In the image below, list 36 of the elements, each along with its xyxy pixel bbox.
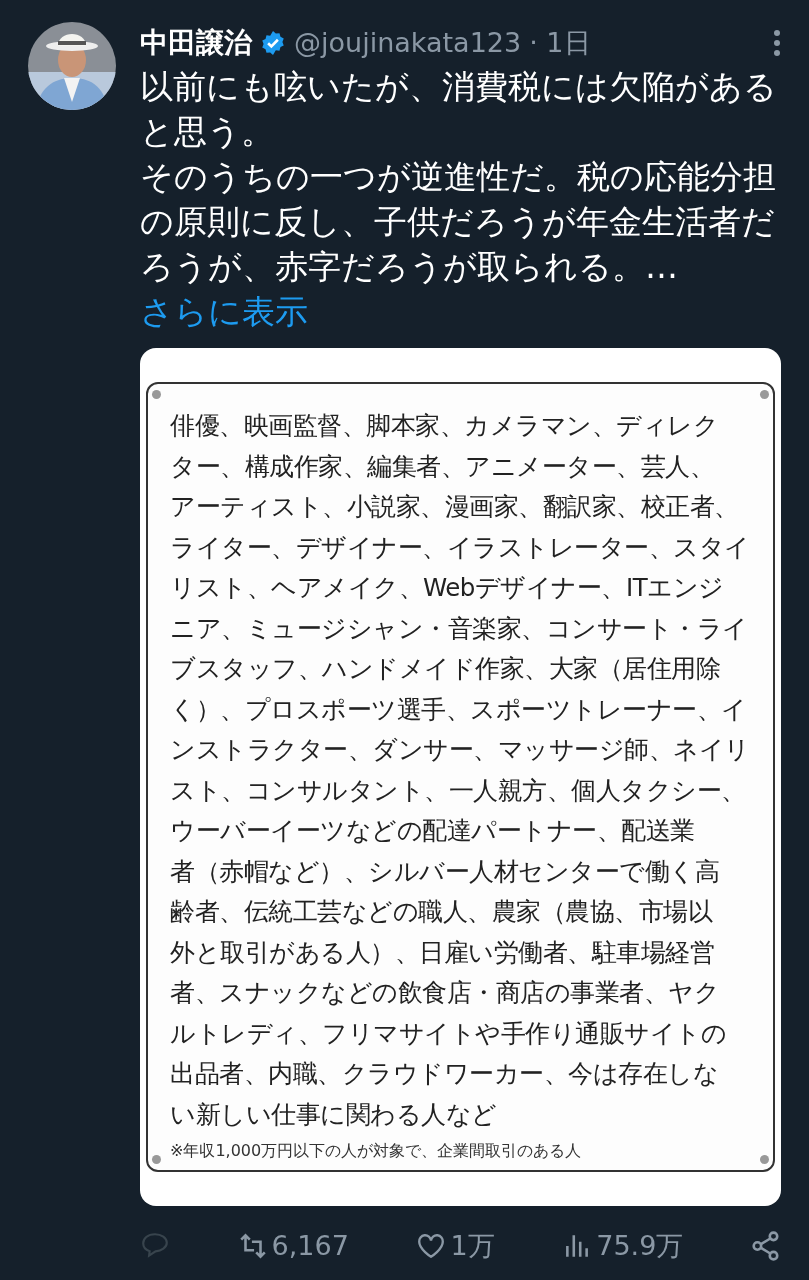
document-text-line: 齢者、伝統工芸などの職人、農家（農協、市場以: [170, 896, 712, 928]
share-icon: [751, 1231, 781, 1262]
document-text-line: い新しい仕事に関わる人など: [170, 1098, 497, 1131]
document-text-line: 俳優、映画監督、脚本家、カメラマン、ディレク: [170, 410, 718, 442]
more-icon[interactable]: [773, 29, 781, 57]
document-text-line: ター、構成作家、編集者、アニメーター、芸人、: [170, 450, 714, 483]
document-text-line: 者（赤帽など）、シルバー人材センターで働く高: [170, 855, 719, 888]
document-text-line: 外と取引がある人）、日雇い労働者、駐車場経営: [170, 936, 714, 969]
document-text-line: ニア、ミュージシャン・音楽家、コンサート・ライ: [170, 612, 748, 645]
pin-icon: [760, 390, 769, 399]
document-text-line: く）、プロスポーツ選手、スポーツトレーナー、イ: [170, 693, 747, 726]
document-text-line: ブスタッフ、ハンドメイド作家、大家（居住用除: [170, 653, 720, 685]
retweet-button[interactable]: 6,167: [237, 1226, 349, 1267]
tweet-text: 以前にも呟いたが、消費税には欠陥があると思う。: [140, 66, 778, 153]
document-text-line: ウーバーイーツなどの配達パートナー、配送業: [170, 815, 695, 847]
show-more-link[interactable]: さらに表示: [140, 292, 308, 331]
like-button[interactable]: 1万: [416, 1226, 495, 1267]
document-text-line: 者、スナックなどの飲食店・商店の事業者、ヤク: [170, 977, 719, 1009]
share-button[interactable]: [751, 1231, 781, 1262]
views-button[interactable]: 75.9万: [562, 1226, 684, 1267]
pin-icon: [760, 1155, 769, 1164]
document-text-line: ンストラクター、ダンサー、マッサージ師、ネイリ: [170, 734, 750, 766]
document-text-line: リスト、ヘアメイク、Webデザイナー、ITエンジ: [170, 572, 724, 604]
author-name[interactable]: 中田譲治: [140, 22, 252, 64]
document-text-line: ルトレディ、フリマサイトや手作り通販サイトの: [170, 1017, 726, 1050]
post-time[interactable]: · 1日: [529, 22, 591, 64]
retweet-icon: [237, 1231, 268, 1262]
author-handle[interactable]: @joujinakata123: [294, 22, 522, 64]
document-footnote: ※年収1,000万円以下の人が対象で、企業間取引のある人: [170, 1140, 582, 1162]
document-text-line: ライター、デザイナー、イラストレーター、スタイ: [170, 531, 750, 564]
pin-icon: [152, 390, 161, 399]
pin-icon: [152, 1155, 161, 1164]
tweet-text: そのうちの一つが逆進性だ。税の応能分担の原則に反し、子供だろうが年金生活者だろうが、赤字だろうが取られる。… さらに表示: [140, 156, 777, 333]
document-text-line: 出品者、内職、クラウドワーカー、今は存在しな: [170, 1058, 718, 1090]
document-text-line: アーティスト、小説家、漫画家、翻訳家、校正者、: [170, 491, 739, 523]
document-text-line: スト、コンサルタント、一人親方、個人タクシー、: [170, 774, 746, 807]
